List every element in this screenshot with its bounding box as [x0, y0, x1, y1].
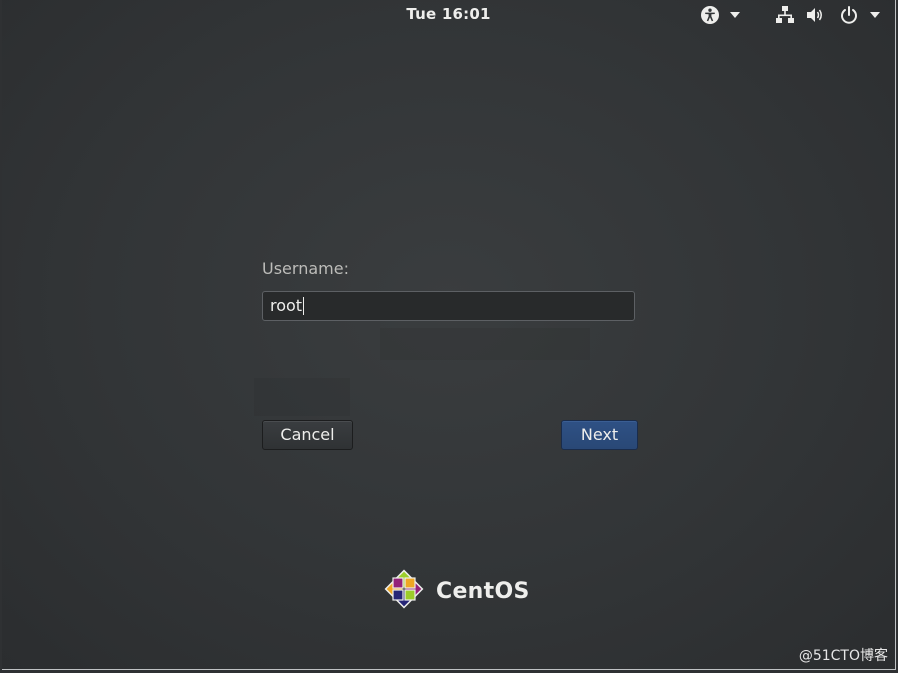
top-bar: Tue 16:01	[2, 0, 895, 30]
username-input[interactable]: root	[262, 291, 635, 321]
centos-logo-icon	[380, 565, 428, 617]
placeholder-area	[254, 378, 350, 416]
watermark: @51CTO博客	[798, 648, 888, 664]
accessibility-menu[interactable]	[699, 4, 741, 26]
power-icon	[839, 5, 859, 25]
chevron-down-icon	[869, 11, 881, 19]
login-form: Username: root Cancel Next	[254, 258, 638, 450]
login-screen: Tue 16:01 Username: root Cancel Next Cen…	[2, 0, 896, 670]
centos-logo: CentOS	[380, 565, 530, 617]
text-caret	[303, 297, 305, 315]
system-menu[interactable]	[775, 4, 881, 26]
network-icon	[775, 5, 795, 25]
username-value: root	[270, 296, 303, 315]
placeholder-area	[380, 328, 590, 360]
volume-icon	[805, 5, 825, 25]
centos-wordmark: CentOS	[436, 578, 530, 604]
accessibility-icon	[699, 4, 721, 26]
cancel-button[interactable]: Cancel	[262, 420, 353, 450]
next-button[interactable]: Next	[561, 420, 638, 450]
clock[interactable]: Tue 16:01	[2, 5, 895, 23]
chevron-down-icon	[729, 11, 741, 19]
username-label: Username:	[262, 259, 349, 278]
